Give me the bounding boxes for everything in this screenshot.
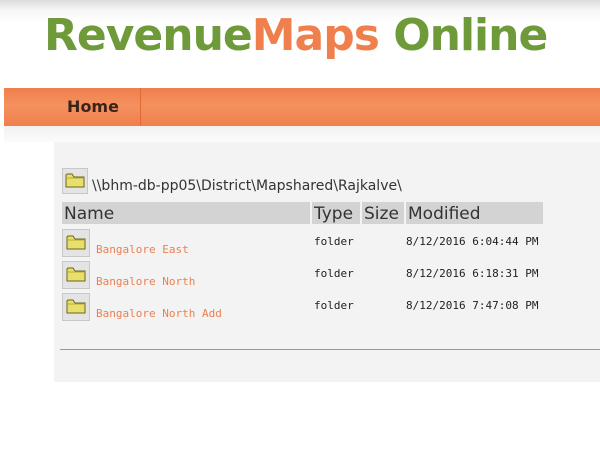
row-type: folder [314, 299, 354, 312]
current-path-text: \\bhm-db-pp05\District\Mapshared\Rajkalv… [92, 178, 402, 194]
nav-bar: Home [4, 88, 600, 126]
panel-shade [4, 126, 600, 142]
header: RevenueMaps Online [0, 0, 600, 86]
logo-text-maps: Maps [251, 10, 380, 61]
folder-icon[interactable] [62, 229, 90, 257]
table-row: Bangalore North folder 8/12/2016 6:18:31… [62, 261, 562, 291]
logo-text-revenue: Revenue [44, 10, 253, 61]
nav-home-link[interactable]: Home [46, 88, 141, 126]
folder-up-icon[interactable] [62, 168, 88, 194]
folder-link[interactable]: Bangalore North [96, 275, 195, 288]
row-modified: 8/12/2016 6:04:44 PM [406, 235, 539, 248]
folder-link[interactable]: Bangalore East [96, 243, 189, 256]
column-header-modified[interactable]: Modified [406, 202, 543, 224]
column-header-size[interactable]: Size [362, 202, 404, 224]
divider [60, 349, 600, 350]
table-row: Bangalore East folder 8/12/2016 6:04:44 … [62, 229, 562, 259]
folder-icon[interactable] [62, 293, 90, 321]
row-type: folder [314, 235, 354, 248]
column-header-type[interactable]: Type [312, 202, 360, 224]
page: RevenueMaps Online Home \\bhm-db-pp05\Di… [0, 0, 600, 450]
row-modified: 8/12/2016 6:18:31 PM [406, 267, 539, 280]
row-modified: 8/12/2016 7:47:08 PM [406, 299, 539, 312]
table-row: Bangalore North Add folder 8/12/2016 7:4… [62, 293, 562, 323]
row-type: folder [314, 267, 354, 280]
logo-text-online: Online [378, 10, 548, 61]
site-logo[interactable]: RevenueMaps Online [44, 6, 548, 66]
folder-icon[interactable] [62, 261, 90, 289]
column-header-name[interactable]: Name [62, 202, 310, 224]
folder-link[interactable]: Bangalore North Add [96, 307, 222, 320]
